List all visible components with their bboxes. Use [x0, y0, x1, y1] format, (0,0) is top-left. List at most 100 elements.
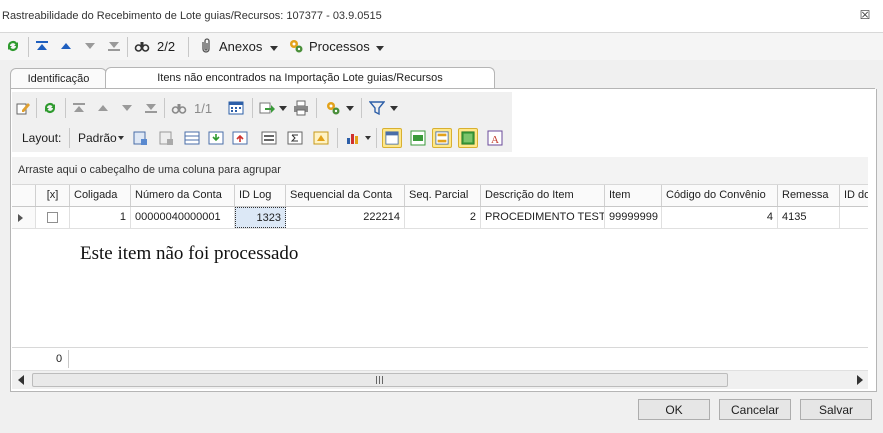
process-gears-icon[interactable]	[288, 38, 304, 54]
find-panel-icon[interactable]	[410, 130, 426, 146]
process-gears-icon[interactable]	[325, 100, 341, 116]
footer-icon	[461, 131, 475, 145]
cell-item[interactable]: 99999999	[605, 207, 662, 228]
column-header-coligada[interactable]: Coligada	[70, 185, 131, 206]
layout-save-icon[interactable]	[132, 130, 148, 146]
scroll-right-icon[interactable]	[856, 375, 864, 385]
footer-separator	[68, 350, 69, 368]
export-layout-icon[interactable]	[232, 130, 248, 146]
group-by-panel[interactable]: Arraste aqui o cabeçalho de uma coluna p…	[12, 157, 868, 185]
tab-identificacao[interactable]: Identificação	[10, 68, 107, 89]
sum-icon[interactable]	[287, 130, 303, 146]
cell-sequencial[interactable]: 222214	[286, 207, 405, 228]
chevron-down-icon[interactable]	[390, 106, 398, 111]
toolbar-separator	[164, 98, 165, 118]
cell-id-do[interactable]	[840, 207, 868, 228]
row-indicator-header	[12, 185, 36, 206]
column-header-remessa[interactable]: Remessa	[778, 185, 840, 206]
first-record-icon[interactable]	[71, 100, 87, 116]
edit-icon[interactable]	[15, 100, 31, 116]
toolbar-separator	[69, 128, 70, 148]
close-icon[interactable]: ☒	[858, 8, 872, 22]
processos-menu[interactable]: Processos	[309, 39, 370, 54]
layout-delete-icon[interactable]	[158, 130, 174, 146]
window-title: Rastreabilidade do Recebimento de Lote g…	[2, 10, 382, 22]
chevron-down-icon[interactable]	[376, 46, 384, 51]
title-bar: Rastreabilidade do Recebimento de Lote g…	[0, 0, 883, 33]
table-row[interactable]: 1 00000040000001 1323 222214 2 PROCEDIME…	[12, 207, 868, 229]
next-record-icon[interactable]	[82, 38, 98, 54]
import-layout-icon[interactable]	[208, 130, 224, 146]
attachment-icon[interactable]	[198, 38, 214, 54]
column-header-descricao[interactable]: Descrição do Item	[481, 185, 605, 206]
toolbar-separator	[36, 98, 37, 118]
print-icon[interactable]	[293, 100, 309, 116]
group-panel-icon[interactable]	[261, 130, 277, 146]
last-record-icon[interactable]	[143, 100, 159, 116]
export-icon[interactable]	[259, 100, 275, 116]
chevron-down-icon[interactable]	[279, 106, 287, 111]
chart-icon[interactable]	[345, 130, 361, 146]
toolbar-separator	[376, 128, 377, 148]
svg-text:A: A	[491, 134, 499, 146]
column-header-seq-parcial[interactable]: Seq. Parcial	[405, 185, 481, 206]
horizontal-scrollbar[interactable]	[12, 370, 868, 389]
chevron-down-icon[interactable]	[270, 46, 278, 51]
cancel-button[interactable]: Cancelar	[719, 399, 791, 420]
toolbar-separator	[316, 98, 317, 118]
ok-button[interactable]: OK	[638, 399, 710, 420]
next-record-icon[interactable]	[119, 100, 135, 116]
grid-footer: 0	[12, 347, 868, 370]
anexos-menu[interactable]: Anexos	[219, 39, 262, 54]
column-header-numero-conta[interactable]: Número da Conta	[131, 185, 235, 206]
save-button[interactable]: Salvar	[800, 399, 872, 420]
column-header-id-log[interactable]: ID Log	[235, 185, 286, 206]
tab-itens-nao-encontrados[interactable]: Itens não encontrados na Importação Lote…	[105, 67, 495, 89]
cell-coligada[interactable]: 1	[70, 207, 131, 228]
refresh-icon[interactable]	[42, 100, 58, 116]
layout-label: Layout:	[22, 131, 62, 145]
row-select-cell[interactable]	[36, 207, 70, 228]
scroll-left-icon[interactable]	[17, 375, 25, 385]
toolbar-separator	[127, 37, 128, 57]
first-record-icon[interactable]	[34, 38, 50, 54]
scrollbar-thumb[interactable]	[32, 373, 728, 387]
group-footer-toggle[interactable]	[432, 128, 452, 148]
cell-seq-parcial[interactable]: 2	[405, 207, 481, 228]
column-header-sequencial[interactable]: Sequencial da Conta	[286, 185, 405, 206]
layout-select[interactable]: Padrão	[78, 131, 117, 145]
previous-record-icon[interactable]	[58, 38, 74, 54]
find-icon[interactable]	[134, 38, 150, 54]
column-header-codigo-convenio[interactable]: Código do Convênio	[662, 185, 778, 206]
column-header-item[interactable]: Item	[605, 185, 662, 206]
toolbar-separator	[188, 37, 189, 57]
row-checkbox[interactable]	[47, 212, 58, 223]
calendar-icon[interactable]	[228, 100, 244, 116]
grid-header: [x] Coligada Número da Conta ID Log Sequ…	[12, 185, 868, 207]
cell-remessa[interactable]: 4135	[778, 207, 840, 228]
chevron-down-icon[interactable]	[118, 136, 124, 140]
conditional-format-icon[interactable]	[313, 130, 329, 146]
column-header-id-do[interactable]: ID do	[840, 185, 868, 206]
auto-filter-toggle[interactable]	[382, 128, 402, 148]
previous-record-icon[interactable]	[95, 100, 111, 116]
filter-icon[interactable]	[369, 100, 385, 116]
last-record-icon[interactable]	[106, 38, 122, 54]
grid-toolbar: 1/1 Layout: Padrão A	[12, 92, 512, 152]
record-counter: 2/2	[157, 39, 176, 54]
group-by-hint: Arraste aqui o cabeçalho de uma coluna p…	[18, 164, 281, 176]
find-icon[interactable]	[171, 100, 187, 116]
footer-toggle[interactable]	[458, 128, 478, 148]
chevron-down-icon[interactable]	[346, 106, 354, 111]
cell-numero-conta[interactable]: 00000040000001	[131, 207, 235, 228]
column-header-select[interactable]: [x]	[36, 185, 70, 206]
footer-count: 0	[56, 353, 63, 365]
font-icon[interactable]: A	[487, 130, 503, 146]
chevron-down-icon[interactable]	[365, 136, 371, 140]
cell-descricao[interactable]: PROCEDIMENTO TESTE	[481, 207, 605, 228]
columns-icon[interactable]	[184, 130, 200, 146]
refresh-icon[interactable]	[5, 38, 21, 54]
cell-codigo-convenio[interactable]: 4	[662, 207, 778, 228]
cell-id-log[interactable]: 1323	[235, 207, 286, 228]
status-message: Este item não foi processado	[80, 243, 299, 264]
